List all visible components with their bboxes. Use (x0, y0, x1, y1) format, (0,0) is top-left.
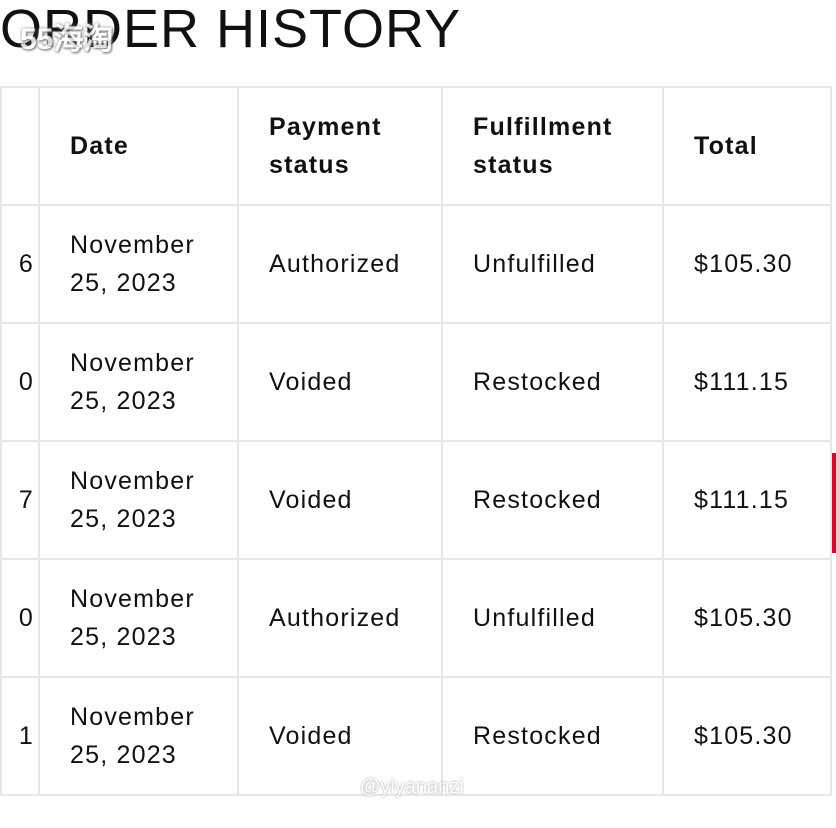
order-total: $105.30 (662, 204, 832, 324)
order-total: $111.15 (662, 322, 832, 442)
order-date: November 25, 2023 (38, 676, 239, 796)
order-date: November 25, 2023 (38, 440, 239, 560)
payment-status: Authorized (237, 558, 443, 678)
order-date: November 25, 2023 (38, 322, 239, 442)
order-history-table: Date Payment status Fulfillment status T… (0, 86, 832, 796)
order-date: November 25, 2023 (38, 204, 239, 324)
payment-status: Voided (237, 440, 443, 560)
header-payment-status: Payment status (237, 86, 443, 206)
watermark-logo: 55海淘 (20, 23, 114, 56)
order-total: $111.15 (662, 440, 832, 560)
order-number-link[interactable]: 7 (0, 440, 40, 560)
table-header-row: Date Payment status Fulfillment status T… (0, 86, 832, 206)
order-number-link[interactable]: 6 (0, 204, 40, 324)
header-fulfillment-status: Fulfillment status (441, 86, 664, 206)
order-number-link[interactable]: 1 (0, 676, 40, 796)
fulfillment-status: Restocked (441, 322, 664, 442)
accent-bar (832, 453, 836, 553)
order-total: $105.30 (662, 676, 832, 796)
table-row: 0 November 25, 2023 Voided Restocked $111.15 (0, 322, 832, 442)
header-total: Total (662, 86, 832, 206)
table-row: 6 November 25, 2023 Authorized Unfulfilled $… (0, 204, 832, 324)
table-row: 0 November 25, 2023 Authorized Unfulfilled $… (0, 558, 832, 678)
order-number-link[interactable]: 0 (0, 322, 40, 442)
header-date: Date (38, 86, 239, 206)
fulfillment-status: Unfulfilled (441, 558, 664, 678)
order-date: November 25, 2023 (38, 558, 239, 678)
fulfillment-status: Unfulfilled (441, 204, 664, 324)
fulfillment-status: Restocked (441, 440, 664, 560)
table-row: 7 November 25, 2023 Voided Restocked $111.15 (0, 440, 832, 560)
watermark-handle: @yiyananzi (360, 776, 464, 798)
fulfillment-status: Restocked (441, 676, 664, 796)
payment-status: Voided (237, 322, 443, 442)
header-order (0, 86, 40, 206)
order-number-link[interactable]: 0 (0, 558, 40, 678)
order-total: $105.30 (662, 558, 832, 678)
payment-status: Authorized (237, 204, 443, 324)
